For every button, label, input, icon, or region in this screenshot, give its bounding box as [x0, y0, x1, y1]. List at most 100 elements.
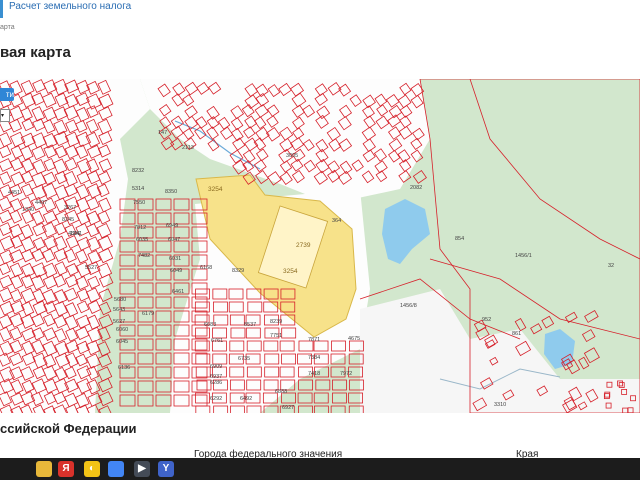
parcel[interactable]: [155, 366, 172, 379]
parcel[interactable]: [583, 347, 600, 364]
parcel[interactable]: [155, 352, 172, 365]
parcel-number-label: 6909: [210, 364, 222, 370]
parcel[interactable]: [97, 353, 113, 368]
parcel[interactable]: [155, 268, 172, 281]
parcel-number-label: 6292: [210, 396, 222, 402]
parcel-number-label: 1340: [22, 207, 34, 213]
cadastral-map[interactable]: 3254 2739 3254 7550 4806 5314 8350 8232 6949 6047…: [0, 79, 640, 413]
parcel[interactable]: [155, 282, 172, 295]
parcel[interactable]: [298, 405, 313, 413]
parcel[interactable]: [581, 329, 596, 343]
parcel[interactable]: [170, 137, 184, 151]
chevron-down-icon: ▾: [1, 113, 5, 119]
parcel-number-label: 6492: [240, 396, 252, 402]
parcel[interactable]: [137, 366, 154, 379]
parcel[interactable]: [530, 323, 543, 335]
parcel[interactable]: [97, 377, 113, 393]
map-search-button[interactable]: ти: [0, 88, 14, 101]
parcel-number-label: 4675: [348, 336, 360, 342]
breadcrumb[interactable]: арта: [0, 24, 15, 31]
parcel[interactable]: [313, 392, 329, 404]
yandex-browser-icon[interactable]: Y: [158, 461, 174, 477]
chrome-icon[interactable]: [108, 461, 124, 477]
parcel[interactable]: [412, 169, 427, 184]
parcel[interactable]: [137, 380, 154, 393]
media-icon[interactable]: ▶: [134, 461, 150, 477]
parcel[interactable]: [119, 380, 136, 393]
parcel[interactable]: [298, 379, 313, 391]
parcel[interactable]: [137, 338, 154, 351]
parcel[interactable]: [119, 254, 136, 267]
parcel[interactable]: [137, 212, 154, 225]
parcel[interactable]: [315, 379, 331, 391]
parcel[interactable]: [330, 405, 346, 413]
map-canvas[interactable]: 325427393254755048065314 8350823269496047…: [0, 79, 640, 413]
parcel[interactable]: [514, 317, 527, 332]
parcel[interactable]: [137, 296, 154, 309]
parcel-number-label: 8537: [244, 322, 256, 328]
parcel[interactable]: [541, 315, 555, 329]
parcel[interactable]: [96, 341, 111, 357]
yandex-icon[interactable]: Я: [58, 461, 74, 477]
explorer-icon[interactable]: [36, 461, 52, 477]
parcel[interactable]: [119, 282, 136, 295]
parcel[interactable]: [137, 324, 154, 337]
parcel-number-label: 7751: [270, 333, 282, 339]
parcel[interactable]: [578, 356, 590, 370]
parcel[interactable]: [119, 394, 136, 407]
parcel[interactable]: [137, 352, 154, 365]
parcel-number-label: 6735: [238, 356, 250, 362]
parcel-number-label: 6031: [169, 256, 181, 262]
parcel-number-label: 861: [512, 331, 521, 337]
parcel[interactable]: [155, 296, 172, 309]
parcel-number-label: 8245: [62, 217, 74, 223]
parcel-number-label: 1456/1: [515, 253, 532, 259]
parcel[interactable]: [137, 268, 154, 281]
parcel[interactable]: [155, 338, 172, 351]
section-title: ссийской Федерации: [0, 421, 137, 436]
parcel[interactable]: [332, 379, 347, 391]
parcel-number-label: 1341: [70, 231, 82, 237]
parcel[interactable]: [137, 282, 154, 295]
parcel-number-label: 6047: [168, 237, 180, 243]
parcel-number-label: 3254: [208, 186, 223, 193]
parcel[interactable]: [119, 240, 136, 253]
parcel-number-label: 7972: [340, 371, 352, 377]
parcel[interactable]: [155, 324, 172, 337]
parcel[interactable]: [119, 268, 136, 281]
parcel-number-label: 5643: [113, 307, 125, 313]
parcel[interactable]: [332, 392, 347, 404]
parcel[interactable]: [97, 366, 113, 382]
parcel-number-label: 6927: [282, 405, 294, 411]
parcel[interactable]: [173, 198, 190, 211]
lake: [544, 329, 575, 369]
parcel[interactable]: [584, 310, 599, 323]
parcel-number-label: 952: [482, 317, 491, 323]
parcel[interactable]: [160, 136, 175, 151]
parcel[interactable]: [98, 405, 113, 413]
parcel[interactable]: [155, 198, 172, 211]
parcel-number-label: 7812: [134, 225, 146, 231]
parcel[interactable]: [155, 394, 172, 407]
parcel-number-label: 6049: [170, 268, 182, 274]
parcel-number-label: 1456/8: [400, 303, 417, 309]
parcel[interactable]: [119, 352, 136, 365]
parcel[interactable]: [119, 226, 136, 239]
parcel[interactable]: [98, 314, 114, 329]
parcel[interactable]: [155, 380, 172, 393]
parcel-number-label: 5627: [113, 319, 125, 325]
parcel-number-label: 5527: [85, 265, 97, 271]
parcel-number-label: 6761: [211, 338, 223, 344]
app-icon[interactable]: ◐: [84, 461, 100, 477]
parcel-number-label: 6136: [118, 365, 130, 371]
parcel[interactable]: [137, 394, 154, 407]
parcel[interactable]: [297, 392, 313, 404]
parcel[interactable]: [313, 405, 329, 413]
parcel-number-label: 6937: [210, 374, 222, 380]
parcel[interactable]: [155, 310, 172, 323]
map-layer-select[interactable]: ▾: [0, 109, 10, 122]
taskbar: Я ◐ ▶ Y: [0, 458, 640, 480]
parcel-number-label: 4497: [35, 200, 47, 206]
land-tax-calculator-link[interactable]: Расчет земельного налога: [9, 1, 131, 12]
parcel-number-label: 7550: [133, 200, 145, 206]
